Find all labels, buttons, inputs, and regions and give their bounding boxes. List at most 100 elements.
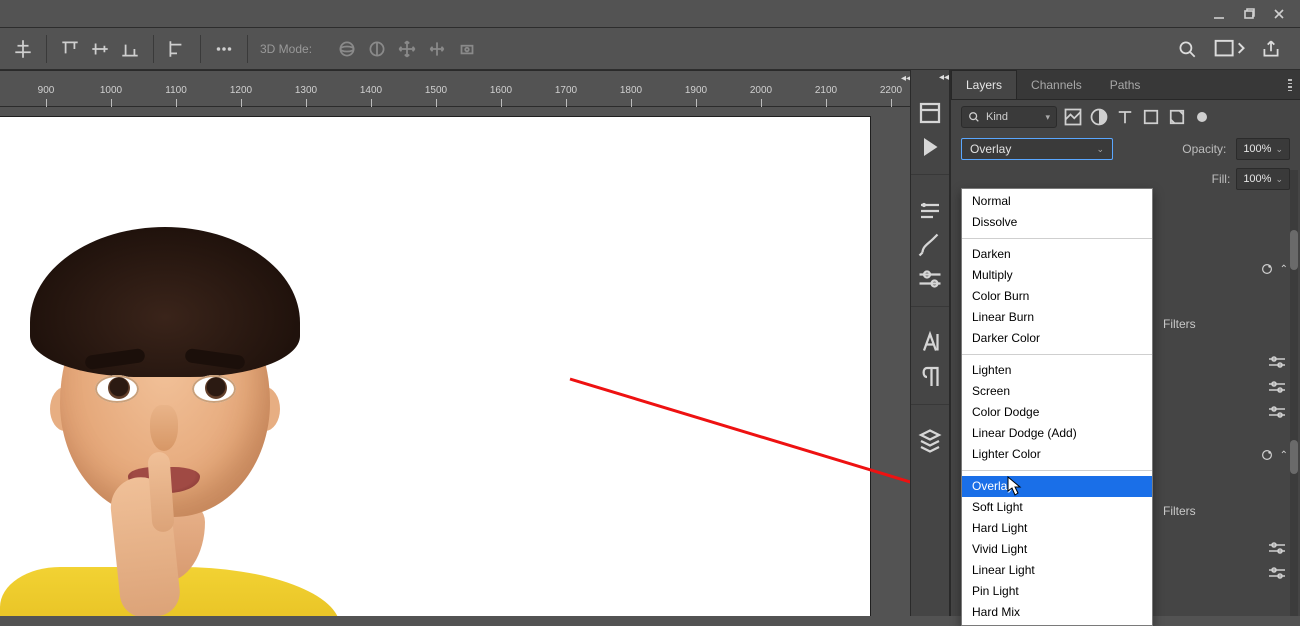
filter-blend-options-icon[interactable] [1268, 406, 1286, 421]
options-bar: 3D Mode: [0, 28, 1300, 70]
chevron-up-icon[interactable]: ⌃ [1280, 264, 1288, 275]
blend-mode-option[interactable]: Color Dodge [962, 402, 1152, 423]
filter-blend-options-icon[interactable] [1268, 542, 1286, 557]
window-restore-button[interactable] [1234, 3, 1264, 25]
ruler-tick: 900 [46, 85, 63, 96]
distribute-vertical-icon[interactable] [89, 38, 111, 60]
fill-label: Fill: [1212, 172, 1231, 186]
blend-mode-option[interactable]: Linear Dodge (Add) [962, 423, 1152, 444]
ruler-tick: 2200 [891, 85, 910, 96]
canvas-zone[interactable]: ◂◂ 9001000110012001300140015001600170018… [0, 70, 910, 616]
ruler-tick: 1400 [371, 85, 393, 96]
ruler-tick: 1500 [436, 85, 458, 96]
orbit-3d-icon[interactable] [336, 38, 358, 60]
scrollbar-thumb[interactable] [1290, 230, 1298, 270]
filter-blend-options-icon[interactable] [1268, 567, 1286, 582]
blend-mode-option[interactable]: Multiply [962, 265, 1152, 286]
opacity-label: Opacity: [1182, 142, 1226, 156]
blend-mode-option[interactable]: Hard Light [962, 518, 1152, 539]
smart-filter-visibility-icon[interactable] [1260, 448, 1274, 462]
tab-layers[interactable]: Layers [951, 70, 1017, 99]
ruler-horizontal[interactable]: 9001000110012001300140015001600170018001… [0, 85, 910, 107]
dock-icon-strip: ◂◂ [910, 70, 950, 616]
actions-panel-icon[interactable] [915, 134, 945, 160]
pan-3d-icon[interactable] [396, 38, 418, 60]
layer-filter-row: Kind ▾ [951, 100, 1300, 134]
blend-mode-option[interactable]: Pin Light [962, 581, 1152, 602]
window-close-button[interactable] [1264, 3, 1294, 25]
ruler-tick: 1300 [306, 85, 328, 96]
blend-mode-option[interactable]: Overlay [962, 476, 1152, 497]
blend-mode-option[interactable]: Lighter Color [962, 444, 1152, 465]
tab-paths[interactable]: Paths [1096, 70, 1155, 99]
blend-mode-option[interactable]: Linear Burn [962, 307, 1152, 328]
distribute-bottom-icon[interactable] [119, 38, 141, 60]
screen-mode-icon[interactable] [1212, 38, 1246, 60]
filter-blend-options-icon[interactable] [1268, 381, 1286, 396]
chevron-down-icon: ⌄ [1275, 144, 1283, 155]
slide-3d-icon[interactable] [426, 38, 448, 60]
filter-toggle-icon[interactable] [1197, 112, 1207, 122]
chevron-up-icon[interactable]: ⌃ [1280, 450, 1288, 461]
share-icon[interactable] [1260, 38, 1282, 60]
panel-flyout-menu-icon[interactable] [1288, 78, 1292, 92]
filter-adjustment-icon[interactable] [1089, 107, 1109, 127]
ruler-tick: 1100 [176, 85, 198, 96]
distribute-left-icon[interactable] [166, 38, 188, 60]
fill-value: 100% [1243, 173, 1271, 185]
adjustments-panel-icon[interactable] [915, 266, 945, 292]
ruler-tick: 2100 [826, 85, 848, 96]
blend-mode-option[interactable]: Screen [962, 381, 1152, 402]
scale-3d-icon[interactable] [456, 38, 478, 60]
paragraph-panel-icon[interactable] [915, 364, 945, 390]
distribute-top-icon[interactable] [59, 38, 81, 60]
layer-filter-kind-dropdown[interactable]: Kind ▾ [961, 106, 1057, 128]
blend-mode-menu[interactable]: NormalDissolveDarkenMultiplyColor BurnLi… [961, 188, 1153, 626]
blend-mode-value: Overlay [970, 142, 1011, 156]
smart-filter-visibility-icon[interactable] [1260, 262, 1274, 276]
search-icon[interactable] [1176, 38, 1198, 60]
panel-scrollbar[interactable] [1290, 170, 1298, 616]
filter-sliders-group [1268, 356, 1286, 421]
blend-mode-option[interactable]: Vivid Light [962, 539, 1152, 560]
more-options-icon[interactable] [213, 38, 235, 60]
filter-shape-icon[interactable] [1141, 107, 1161, 127]
blend-mode-option[interactable]: Hard Mix [962, 602, 1152, 623]
filter-smartobject-icon[interactable] [1167, 107, 1187, 127]
blend-mode-option[interactable]: Linear Light [962, 560, 1152, 581]
panel-collapse-left-icon[interactable]: ◂◂ [899, 71, 910, 85]
scrollbar-thumb[interactable] [1290, 440, 1298, 474]
tab-channels[interactable]: Channels [1017, 70, 1096, 99]
roll-3d-icon[interactable] [366, 38, 388, 60]
blend-mode-dropdown[interactable]: Overlay ⌄ [961, 138, 1113, 160]
history-panel-icon[interactable] [915, 100, 945, 126]
panel-collapse-right-icon[interactable]: ◂◂ [937, 70, 951, 84]
filter-sliders-group [1268, 542, 1286, 582]
chevron-down-icon: ⌄ [1275, 174, 1283, 185]
opacity-value-dropdown[interactable]: 100% ⌄ [1236, 138, 1290, 160]
layers-panel: » Layers Channels Paths Kind ▾ Over [950, 70, 1300, 616]
ruler-tick: 1200 [241, 85, 263, 96]
filter-type-icon[interactable] [1115, 107, 1135, 127]
blend-mode-option[interactable]: Color Burn [962, 286, 1152, 307]
blend-mode-option[interactable]: Darker Color [962, 328, 1152, 349]
blend-mode-option[interactable]: Soft Light [962, 497, 1152, 518]
window-minimize-button[interactable] [1204, 3, 1234, 25]
ruler-tick: 2000 [761, 85, 783, 96]
align-center-horizontal-icon[interactable] [12, 38, 34, 60]
blend-mode-option[interactable]: Darken [962, 244, 1152, 265]
layer-row-controls: ⌃ [1260, 448, 1288, 462]
libraries-panel-icon[interactable] [915, 428, 945, 454]
ruler-tick: 1000 [111, 85, 133, 96]
blend-mode-option[interactable]: Lighten [962, 360, 1152, 381]
blend-mode-option[interactable]: Normal [962, 191, 1152, 212]
filter-blend-options-icon[interactable] [1268, 356, 1286, 371]
fill-value-dropdown[interactable]: 100% ⌄ [1236, 168, 1290, 190]
document-canvas[interactable] [0, 117, 870, 616]
blend-row: Overlay ⌄ Opacity: 100% ⌄ [951, 134, 1300, 164]
properties-panel-icon[interactable] [915, 198, 945, 224]
blend-mode-option[interactable]: Dissolve [962, 212, 1152, 233]
character-panel-icon[interactable] [915, 330, 945, 356]
filter-pixel-icon[interactable] [1063, 107, 1083, 127]
brush-settings-panel-icon[interactable] [915, 232, 945, 258]
